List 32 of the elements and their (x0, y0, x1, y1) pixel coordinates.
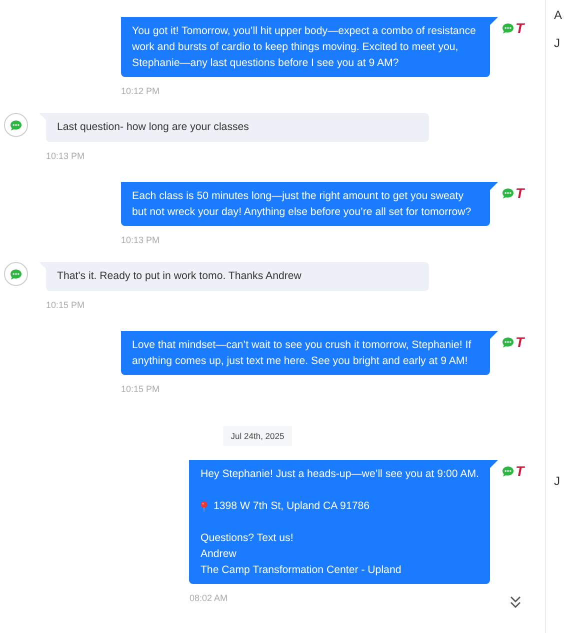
message-time: 10:12 PM (121, 85, 160, 98)
chat-bubble-icon (10, 268, 22, 280)
date-separator: Jul 24th, 2025 (222, 426, 292, 446)
message-text: That's it. Ready to put in work tomo. Thanks Andrew (57, 269, 302, 284)
message-time: 10:15 PM (46, 299, 85, 312)
scroll-down-icon[interactable] (510, 596, 521, 608)
message-time: 10:13 PM (46, 150, 85, 163)
channel-letter: T (515, 22, 524, 34)
chat-bubble-icon (502, 466, 514, 476)
message-text: Love that mindset—can’t wait to see you crush it tomorrow, Stephanie! If anything comes up, just text me here. See you bright and early at 9 AM! (132, 338, 472, 369)
panel-text: A (554, 8, 562, 22)
message-text: Each class is 50 minutes long—just the right amount to get you sweaty but not wreck your day! Anything else before you’re all set for tomorrow? (132, 189, 472, 220)
chat-bubble-icon (502, 188, 514, 198)
message-text: Questions? Text us! Andrew The Camp Transformation Center - Upland (200, 531, 402, 578)
channel-letter: T (515, 187, 524, 199)
message-text: You got it! Tomorrow, you’ll hit upper body—expect a combo of resistance work and bursts of cardio to keep things moving. Excited to meet you, Stephanie—any last questions before I see you at 9 AM? (132, 24, 477, 71)
chat-bubble-icon (10, 120, 22, 130)
pin-icon (200, 500, 208, 512)
contact-avatar[interactable] (4, 113, 28, 137)
chat-bubble-icon (502, 336, 514, 348)
panel-text: J (554, 474, 560, 488)
address-text: 1398 W 7th St, Upland CA 91786 (213, 499, 370, 514)
chat-bubble-icon (502, 22, 514, 34)
channel-letter: T (515, 336, 524, 348)
message-time: 10:13 PM (121, 234, 160, 247)
message-time: 10:15 PM (121, 383, 160, 396)
contact-avatar[interactable] (4, 262, 28, 286)
panel-text: J (554, 36, 560, 50)
message-text: Last question- how long are your classes (57, 120, 250, 135)
message-time: 08:02 AM (189, 592, 228, 605)
message-text: Hey Stephanie! Just a heads-up—we’ll see you at 9:00 AM. (200, 467, 479, 482)
channel-letter: T (515, 465, 524, 477)
